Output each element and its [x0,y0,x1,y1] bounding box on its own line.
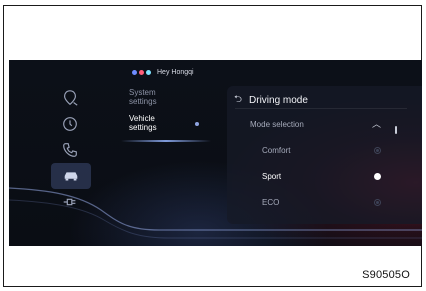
infotainment-screen: Hey Hongqi System settings Vehicle setting… [9,60,422,246]
chevron-up-icon[interactable]: ︿ [372,117,381,130]
scrollbar-thumb[interactable] [395,126,397,134]
section-label: Mode selection [250,120,304,129]
radio-eco[interactable] [374,199,381,206]
panel-title: Driving mode [249,95,308,106]
clock-icon[interactable] [59,114,81,134]
option-eco[interactable]: ECO [262,198,279,207]
active-menu-indicator [195,122,199,126]
phone-icon[interactable] [59,140,81,160]
sidebar-icon-nav [51,60,91,246]
panel-header: ⮌ Driving mode [234,92,308,109]
option-sport[interactable]: Sport [262,172,281,181]
radio-comfort[interactable] [374,147,381,154]
voice-assistant-icon [132,69,151,75]
back-arrow-icon[interactable]: ⮌ [234,92,242,109]
voice-assistant-label: Hey Hongqi [157,68,194,76]
charging-plug-icon[interactable] [59,192,81,212]
radio-sport[interactable] [374,173,381,180]
figure-code: S90505O [362,269,410,281]
active-menu-underline [121,140,211,142]
menu-item-vehicle-settings[interactable]: Vehicle settings [129,114,189,132]
option-comfort[interactable]: Comfort [262,146,290,155]
menu-item-system-settings[interactable]: System settings [129,88,189,106]
voice-assistant[interactable]: Hey Hongqi [132,66,194,78]
navigation-pin-icon[interactable] [59,88,81,108]
car-icon[interactable] [51,163,91,189]
